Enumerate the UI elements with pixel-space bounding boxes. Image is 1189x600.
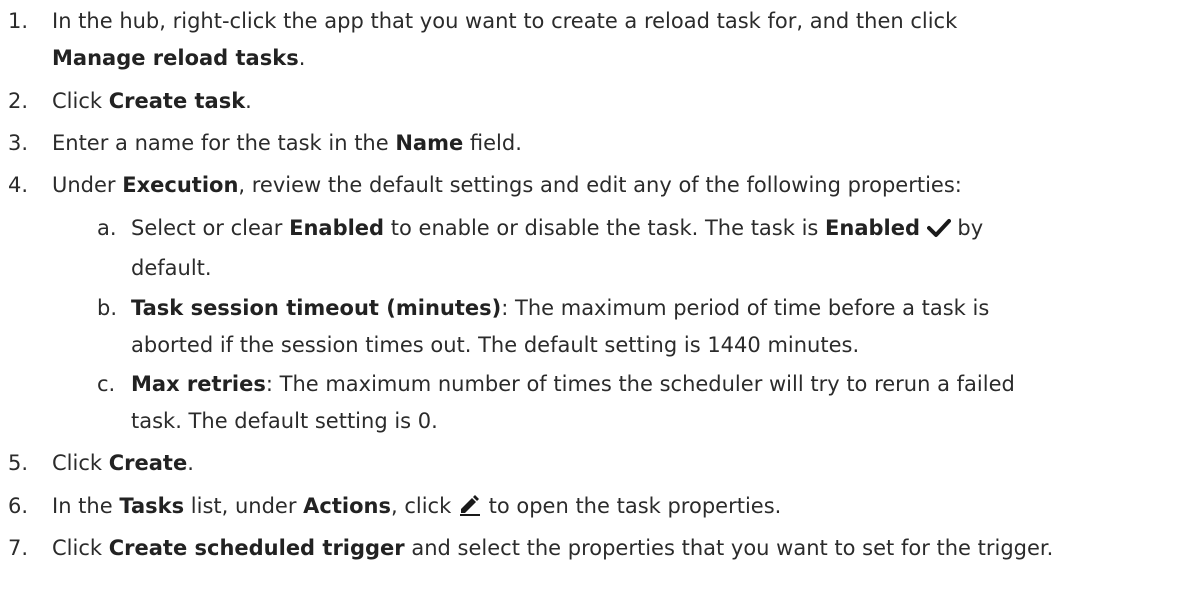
step-text: Click Create task. [52,83,1169,120]
enabled-label: Enabled [289,216,385,240]
substep-letter: a. [97,216,117,240]
substep-b-text: : The maximum period of time before a ta… [501,296,990,320]
substep-c-text-2: task. The default setting is 0. [131,409,438,433]
create-label: Create [108,451,188,475]
step-text: In the hub, right-click the app that you… [52,3,1169,77]
step-number: 1. [8,9,29,33]
tasks-label: Tasks [119,494,185,518]
substep-letter: c. [97,372,116,396]
execution-label: Execution [122,173,239,197]
substep-text: Max retries: The maximum number of times… [131,366,1149,440]
step-text: Click Create scheduled trigger and selec… [52,530,1169,567]
step-4-text: Under [52,173,123,197]
step-3-text-end: field. [463,131,522,155]
step-number: 2. [8,89,29,113]
checkmark-icon [926,213,951,250]
step-text: In the Tasks list, under Actions, click … [52,488,1169,528]
step-text: Click Create. [52,445,1169,482]
create-scheduled-trigger-label: Create scheduled trigger [108,536,405,560]
manage-reload-tasks-label: Manage reload tasks [52,46,299,70]
step-number: 5. [8,451,29,475]
punct: . [245,89,252,113]
substep-a-text: Select or clear [131,216,290,240]
substep-text: Task session timeout (minutes): The maxi… [131,290,1149,364]
step-1-text: In the hub, right-click the app that you… [52,9,958,33]
substep-b-text-2: aborted if the session times out. The de… [131,333,860,357]
max-retries-label: Max retries [131,372,266,396]
step-6-text-end: to open the task properties. [481,494,782,518]
step-text: Under Execution, review the default sett… [52,167,1169,204]
substep-a-text-by: by [950,216,984,240]
step-5-text: Click [52,451,109,475]
step-2-text: Click [52,89,109,113]
step-6-text-click: , click [390,494,458,518]
actions-label: Actions [303,494,391,518]
step-7-text-end: and select the properties that you want … [404,536,1054,560]
punct: . [298,46,306,70]
step-number: 4. [8,173,29,197]
pencil-edit-icon [458,491,482,528]
substep-c-text: : The maximum number of times the schedu… [265,372,1015,396]
instructions-document: 1. In the hub, right-click the app that … [0,0,1189,600]
substep-text: Select or clear Enabled to enable or dis… [131,210,1149,287]
step-number: 3. [8,131,29,155]
substep-a-text-default: default. [131,256,212,280]
step-6-text-mid: list, under [184,494,304,518]
step-number: 7. [8,536,29,560]
substep-letter: b. [97,296,118,320]
name-field-label: Name [395,131,464,155]
step-6-text: In the [52,494,120,518]
enabled-label: Enabled [825,216,921,240]
punct: . [187,451,194,475]
substep-a-text-mid: to enable or disable the task. The task … [384,216,826,240]
step-text: Enter a name for the task in the Name fi… [52,125,1169,162]
task-session-timeout-label: Task session timeout (minutes) [131,296,502,320]
step-4-text-end: , review the default settings and edit a… [238,173,962,197]
step-3-text: Enter a name for the task in the [52,131,396,155]
step-number: 6. [8,494,29,518]
step-7-text: Click [52,536,109,560]
create-task-label: Create task [108,89,246,113]
